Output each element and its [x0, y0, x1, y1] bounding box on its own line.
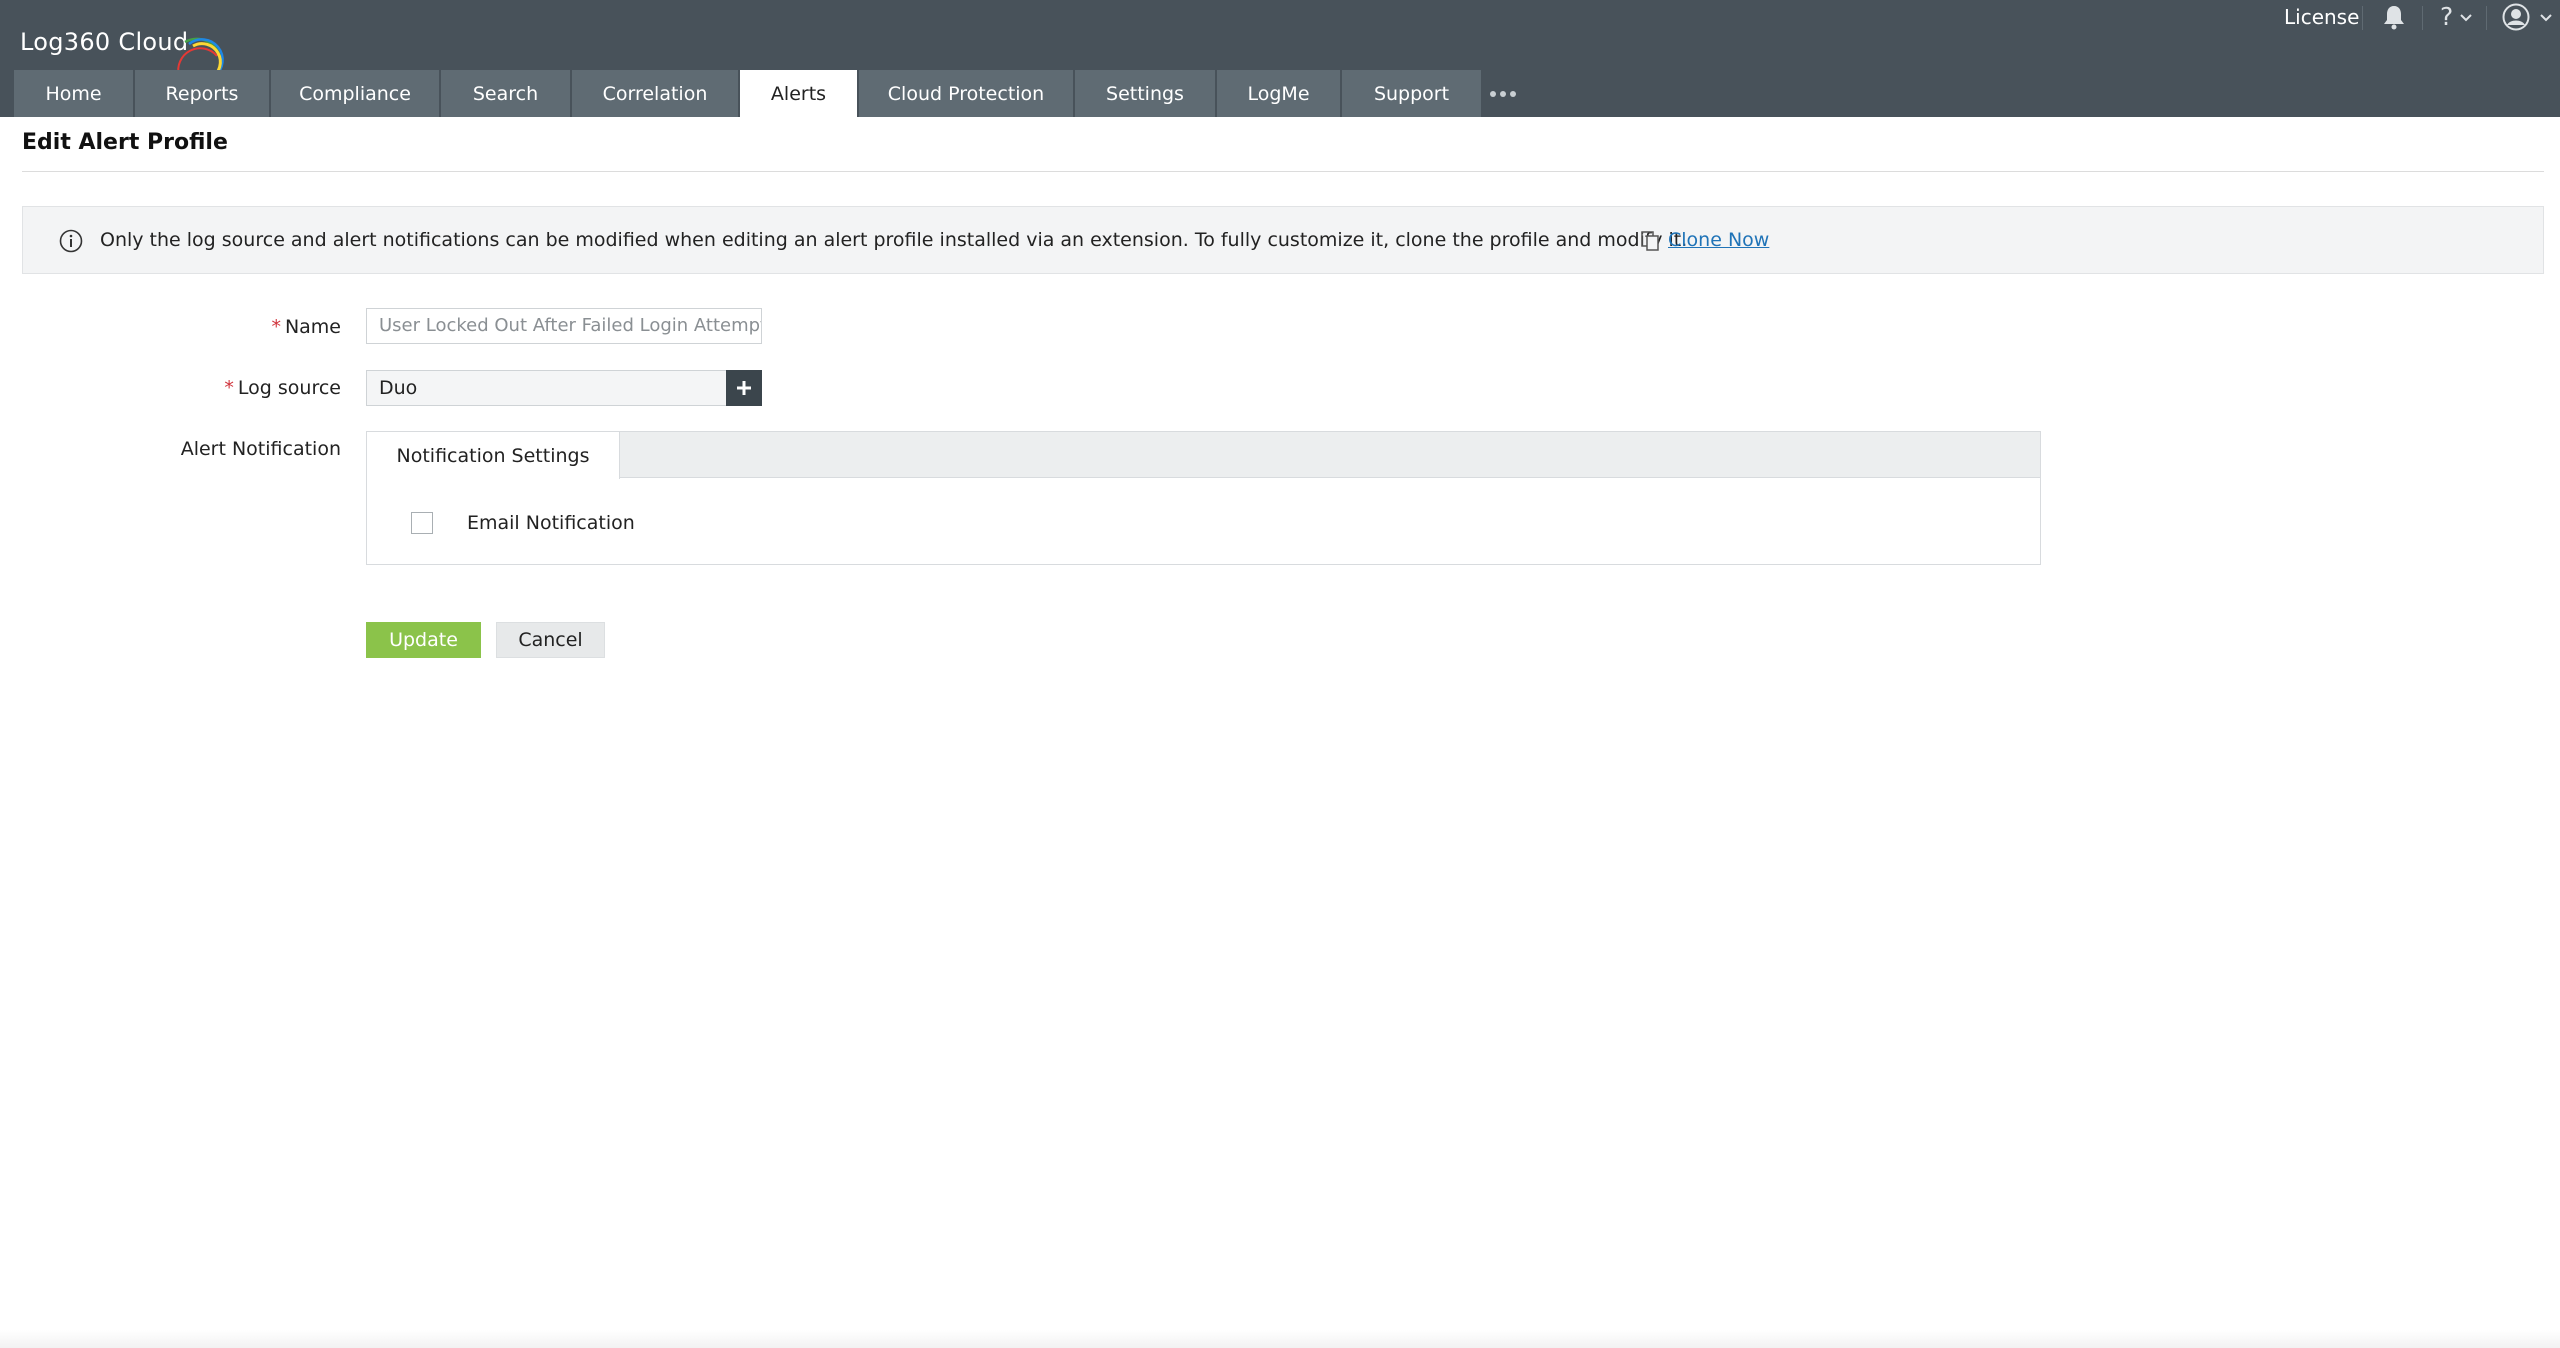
- info-icon: [59, 229, 83, 253]
- add-log-source-button[interactable]: [726, 370, 762, 406]
- tab-home[interactable]: Home: [14, 70, 133, 117]
- tab-reports[interactable]: Reports: [135, 70, 269, 117]
- notification-panel: Notification Settings Email Notification: [366, 431, 2041, 565]
- clone-now-link[interactable]: Clone Now: [1668, 229, 1769, 251]
- tab-notification-settings[interactable]: Notification Settings: [367, 432, 620, 479]
- main-nav-tabs: Home Reports Compliance Search Correlati…: [14, 70, 1523, 117]
- tab-settings[interactable]: Settings: [1075, 70, 1215, 117]
- tab-correlation[interactable]: Correlation: [572, 70, 738, 117]
- copy-icon[interactable]: [1640, 230, 1660, 252]
- log-source-label: * Log source: [224, 377, 341, 399]
- tab-alerts[interactable]: Alerts: [740, 70, 857, 117]
- cancel-button[interactable]: Cancel: [496, 622, 605, 658]
- title-divider: [22, 171, 2544, 172]
- log-source-field[interactable]: Duo: [366, 370, 726, 406]
- header-divider: [2486, 6, 2487, 30]
- email-notification-checkbox[interactable]: [411, 512, 433, 534]
- info-banner: Only the log source and alert notificati…: [22, 206, 2544, 274]
- user-avatar-icon[interactable]: [2502, 3, 2530, 31]
- help-icon[interactable]: ?: [2440, 2, 2453, 31]
- required-mark: *: [271, 316, 281, 338]
- required-mark: *: [224, 377, 234, 399]
- header-divider: [2422, 6, 2423, 30]
- more-tabs-icon[interactable]: [1483, 70, 1523, 117]
- name-label: * Name: [271, 316, 341, 338]
- logo-text: Log360 Cloud: [20, 28, 189, 56]
- bell-icon[interactable]: [2382, 4, 2406, 30]
- alert-notification-label: Alert Notification: [180, 438, 341, 460]
- name-field[interactable]: User Locked Out After Failed Login Attem…: [366, 308, 762, 344]
- page-title: Edit Alert Profile: [22, 130, 228, 155]
- email-notification-label[interactable]: Email Notification: [467, 512, 635, 534]
- top-header: Log360 Cloud License ? Home Reports Comp…: [0, 0, 2560, 117]
- update-button[interactable]: Update: [366, 622, 481, 658]
- app-logo[interactable]: Log360 Cloud: [20, 28, 224, 80]
- tab-support[interactable]: Support: [1342, 70, 1481, 117]
- header-divider: [2362, 6, 2363, 30]
- license-link[interactable]: License: [2284, 5, 2359, 29]
- tab-logme[interactable]: LogMe: [1217, 70, 1340, 117]
- chevron-down-icon[interactable]: [2540, 14, 2552, 22]
- bottom-shadow: [0, 1330, 2560, 1348]
- banner-message: Only the log source and alert notificati…: [100, 229, 1688, 251]
- chevron-down-icon[interactable]: [2460, 14, 2472, 22]
- tab-search[interactable]: Search: [441, 70, 570, 117]
- tab-cloud-protection[interactable]: Cloud Protection: [859, 70, 1073, 117]
- tab-compliance[interactable]: Compliance: [271, 70, 439, 117]
- plus-icon: [737, 381, 751, 395]
